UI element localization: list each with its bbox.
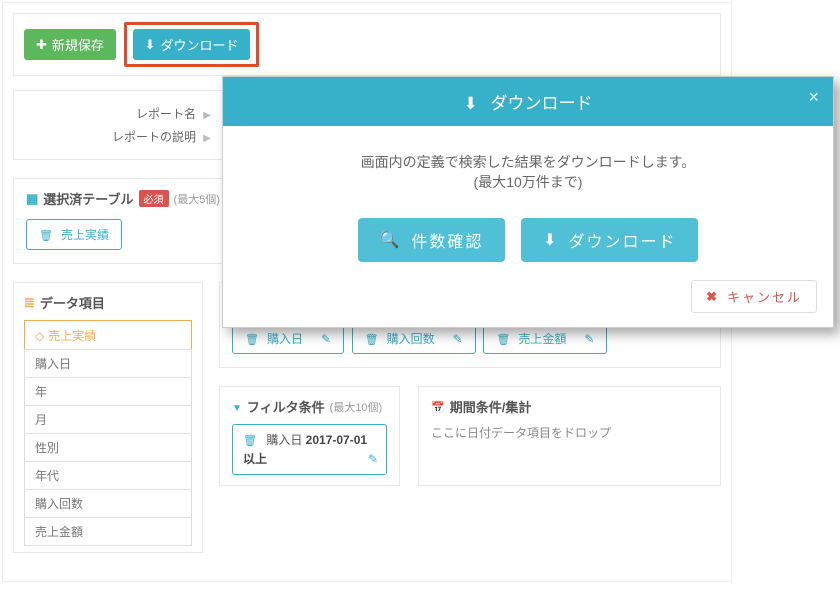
- chevron-right-icon: ▶: [203, 133, 211, 144]
- list-item[interactable]: 月: [24, 405, 192, 434]
- plus-icon: [36, 37, 47, 53]
- report-name-label: レポート名 ▶: [24, 105, 219, 122]
- list-item[interactable]: 購入回数: [24, 489, 192, 518]
- required-badge: 必須: [139, 190, 169, 207]
- new-save-button[interactable]: 新規保存: [24, 29, 116, 60]
- grid-icon: [26, 191, 38, 207]
- modal-download-button[interactable]: ダウンロード: [521, 218, 698, 262]
- download-icon: [145, 37, 156, 53]
- cancel-button[interactable]: ✖ キャンセル: [691, 280, 817, 313]
- new-save-label: 新規保存: [52, 35, 104, 54]
- filter-hint: (最大10個): [330, 399, 383, 415]
- pencil-icon[interactable]: [368, 450, 378, 468]
- count-check-button[interactable]: 件数確認: [358, 218, 506, 262]
- trash-icon[interactable]: [496, 332, 510, 346]
- period-panel: 期間条件/集計 ここに日付データ項目をドロップ: [418, 386, 721, 486]
- lower-row: フィルタ条件 (最大10個) 購入日 2017-07-01 以上 期間条件/集計: [219, 386, 721, 486]
- list-item[interactable]: 年: [24, 377, 192, 406]
- pencil-icon[interactable]: [453, 332, 463, 346]
- list-item[interactable]: 年代: [24, 461, 192, 490]
- filter-icon: [232, 399, 242, 414]
- data-items-tab[interactable]: ◇売上実績: [24, 320, 192, 350]
- download-highlight: ダウンロード: [124, 22, 260, 67]
- filter-title: フィルタ条件 (最大10個): [232, 397, 387, 416]
- download-label: ダウンロード: [160, 35, 238, 54]
- selected-table-chip[interactable]: 売上実績: [26, 219, 122, 250]
- data-items-title: データ項目: [24, 293, 192, 312]
- list-item[interactable]: 性別: [24, 433, 192, 462]
- filter-panel: フィルタ条件 (最大10個) 購入日 2017-07-01 以上: [219, 386, 400, 486]
- modal-header: ダウンロード ×: [223, 77, 833, 126]
- trash-icon[interactable]: [245, 332, 259, 346]
- search-icon: [380, 230, 402, 250]
- selected-tables-hint: (最大5個): [174, 191, 220, 207]
- report-desc-label: レポートの説明 ▶: [24, 128, 219, 145]
- trash-icon[interactable]: [243, 433, 257, 447]
- filter-chip[interactable]: 購入日 2017-07-01 以上: [232, 424, 387, 475]
- trash-icon[interactable]: [39, 228, 53, 242]
- pencil-icon[interactable]: [321, 332, 331, 346]
- modal-body: 画面内の定義で検索した結果をダウンロードします。 (最大10万件まで): [223, 126, 833, 208]
- list-item[interactable]: 売上金額: [24, 517, 192, 546]
- download-icon: [543, 230, 558, 250]
- left-column: データ項目 ◇売上実績 購入日 年 月 性別 年代 購入回数 売上金額: [13, 282, 203, 571]
- data-items-panel: データ項目 ◇売上実績 購入日 年 月 性別 年代 購入回数 売上金額: [13, 282, 203, 553]
- download-button[interactable]: ダウンロード: [133, 29, 251, 60]
- list-icon: [24, 295, 35, 311]
- close-icon[interactable]: ×: [808, 87, 819, 108]
- modal-buttons: 件数確認 ダウンロード: [223, 208, 833, 280]
- modal-footer: ✖ キャンセル: [223, 280, 833, 327]
- close-icon: ✖: [706, 289, 719, 305]
- chevron-right-icon: ▶: [203, 110, 211, 121]
- calendar-icon: [431, 399, 445, 414]
- modal-title: ダウンロード: [490, 94, 592, 113]
- list-item[interactable]: 購入日: [24, 349, 192, 378]
- trash-icon[interactable]: [365, 332, 379, 346]
- period-title: 期間条件/集計: [431, 397, 708, 416]
- modal-body-line1: 画面内の定義で検索した結果をダウンロードします。: [243, 152, 813, 172]
- field-list: 購入日 年 月 性別 年代 購入回数 売上金額: [24, 349, 192, 546]
- download-modal: ダウンロード × 画面内の定義で検索した結果をダウンロードします。 (最大10万…: [222, 76, 834, 328]
- top-toolbar: 新規保存 ダウンロード: [13, 13, 721, 76]
- period-drop-hint: ここに日付データ項目をドロップ: [431, 424, 708, 441]
- download-icon: [464, 94, 478, 113]
- pencil-icon[interactable]: [584, 332, 594, 346]
- modal-body-line2: (最大10万件まで): [243, 172, 813, 192]
